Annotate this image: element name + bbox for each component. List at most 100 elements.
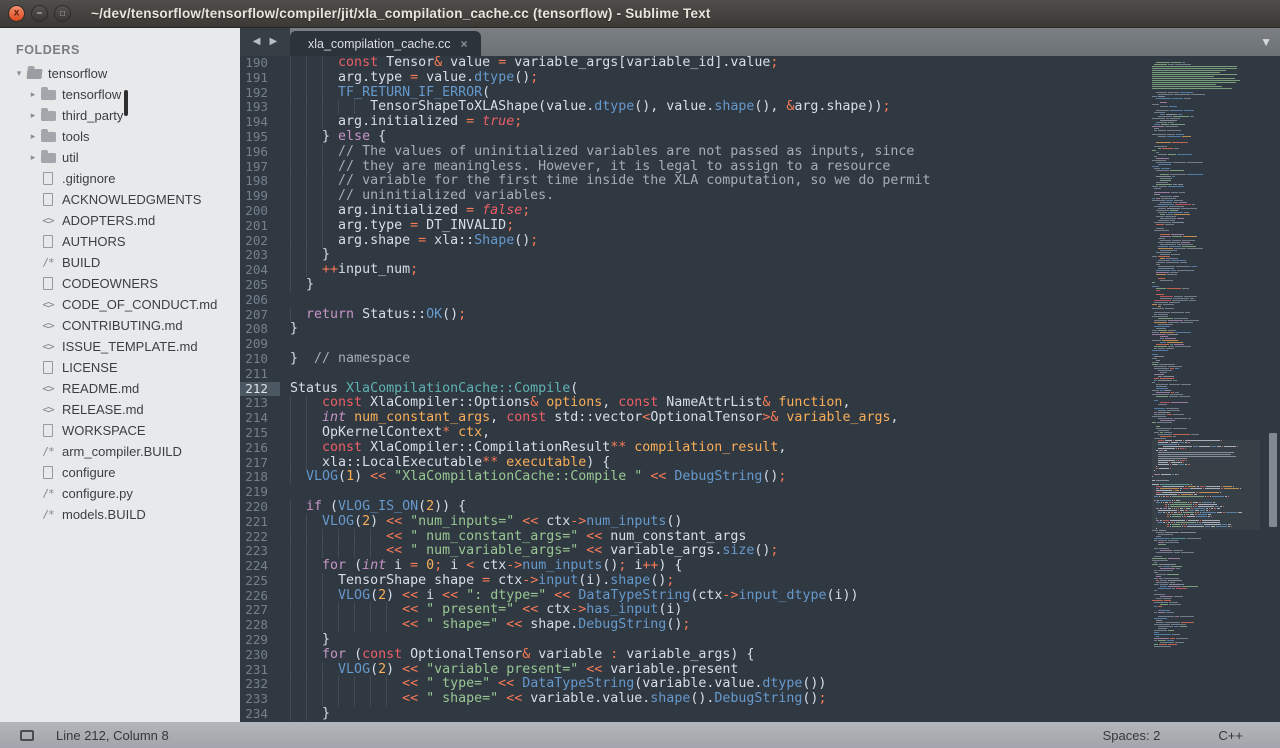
line-number[interactable]: 215 [240,426,280,441]
minimize-window-button[interactable]: – [31,5,48,22]
sidebar-item-tools[interactable]: ▸tools [0,126,240,147]
code-line-196[interactable]: 196 // The values of uninitialized varia… [240,145,1152,160]
sidebar-item-util[interactable]: ▸util [0,147,240,168]
syntax-setting[interactable]: C++ [1218,728,1243,743]
sidebar-item-configure-py[interactable]: /*configure.py [0,483,240,504]
line-number[interactable]: 207 [240,308,280,323]
code-line-203[interactable]: 203 } [240,248,1152,263]
line-number[interactable]: 225 [240,574,280,589]
line-number[interactable]: 199 [240,189,280,204]
line-number[interactable]: 194 [240,115,280,130]
sidebar-item-readme-md[interactable]: <>README.md [0,378,240,399]
code-line-232[interactable]: 232 << " type=" << DataTypeString(variab… [240,677,1152,692]
disclosure-triangle-icon[interactable]: ▾ [14,68,24,79]
tab-xla-compilation-cache[interactable]: xla_compilation_cache.cc × [290,31,481,56]
line-number[interactable]: 232 [240,677,280,692]
sidebar-item-acknowledgments[interactable]: ACKNOWLEDGMENTS [0,189,240,210]
code-line-200[interactable]: 200 arg.initialized = false; [240,204,1152,219]
line-number[interactable]: 197 [240,160,280,175]
vertical-scrollbar[interactable] [1260,56,1280,722]
line-number[interactable]: 205 [240,278,280,293]
code-line-192[interactable]: 192 TF_RETURN_IF_ERROR( [240,86,1152,101]
line-number[interactable]: 206 [240,293,280,308]
line-number[interactable]: 223 [240,544,280,559]
code-line-222[interactable]: 222 << " num_constant_args=" << num_cons… [240,530,1152,545]
line-number[interactable]: 216 [240,441,280,456]
sidebar-item-release-md[interactable]: <>RELEASE.md [0,399,240,420]
code-line-231[interactable]: 231 VLOG(2) << "variable present=" << va… [240,663,1152,678]
code-line-230[interactable]: 230 for (const OptionalTensor& variable … [240,648,1152,663]
line-number[interactable]: 196 [240,145,280,160]
sidebar-item-adopters-md[interactable]: <>ADOPTERS.md [0,210,240,231]
sidebar-item-third-party[interactable]: ▸third_party [0,105,240,126]
line-number[interactable]: 200 [240,204,280,219]
code-line-209[interactable]: 209 [240,337,1152,352]
line-number[interactable]: 192 [240,86,280,101]
line-number[interactable]: 212 [240,382,280,397]
code-line-191[interactable]: 191 arg.type = value.dtype(); [240,71,1152,86]
line-number[interactable]: 191 [240,71,280,86]
line-number[interactable]: 208 [240,322,280,337]
code-line-225[interactable]: 225 TensorShape shape = ctx->input(i).sh… [240,574,1152,589]
next-tab-icon[interactable]: ▶ [270,37,278,47]
line-number[interactable]: 190 [240,56,280,71]
line-number[interactable]: 213 [240,396,280,411]
sidebar-item-models-build[interactable]: /*models.BUILD [0,504,240,525]
sidebar-item-contributing-md[interactable]: <>CONTRIBUTING.md [0,315,240,336]
line-number[interactable]: 231 [240,663,280,678]
code-line-201[interactable]: 201 arg.type = DT_INVALID; [240,219,1152,234]
line-number[interactable]: 221 [240,515,280,530]
vintage-mode-icon[interactable] [20,730,34,741]
close-window-button[interactable]: x [8,5,25,22]
code-line-212[interactable]: 212Status XlaCompilationCache::Compile( [240,382,1152,397]
code-line-205[interactable]: 205 } [240,278,1152,293]
line-number[interactable]: 234 [240,707,280,722]
line-number[interactable]: 204 [240,263,280,278]
code-line-217[interactable]: 217 xla::LocalExecutable** executable) { [240,456,1152,471]
code-line-221[interactable]: 221 VLOG(2) << "num_inputs=" << ctx->num… [240,515,1152,530]
code-line-198[interactable]: 198 // variable for the first time insid… [240,174,1152,189]
code-line-210[interactable]: 210} // namespace [240,352,1152,367]
code-line-228[interactable]: 228 << " shape=" << shape.DebugString(); [240,618,1152,633]
code-line-214[interactable]: 214 int num_constant_args, const std::ve… [240,411,1152,426]
disclosure-triangle-icon[interactable]: ▸ [28,152,38,163]
line-number[interactable]: 220 [240,500,280,515]
code-line-213[interactable]: 213 const XlaCompiler::Options& options,… [240,396,1152,411]
code-line-227[interactable]: 227 << " present=" << ctx->has_input(i) [240,603,1152,618]
indentation-setting[interactable]: Spaces: 2 [1103,728,1161,743]
sidebar-item-license[interactable]: LICENSE [0,357,240,378]
line-number[interactable]: 193 [240,100,280,115]
line-number[interactable]: 209 [240,337,280,352]
line-number[interactable]: 195 [240,130,280,145]
sidebar-item-authors[interactable]: AUTHORS [0,231,240,252]
code-line-216[interactable]: 216 const XlaCompiler::CompilationResult… [240,441,1152,456]
code-line-208[interactable]: 208} [240,322,1152,337]
code-line-207[interactable]: 207 return Status::OK(); [240,308,1152,323]
line-number[interactable]: 229 [240,633,280,648]
line-number[interactable]: 203 [240,248,280,263]
line-number[interactable]: 222 [240,530,280,545]
code-line-233[interactable]: 233 << " shape=" << variable.value.shape… [240,692,1152,707]
line-number[interactable]: 201 [240,219,280,234]
maximize-window-button[interactable]: □ [54,5,71,22]
tab-close-icon[interactable]: × [460,37,467,51]
code-line-195[interactable]: 195 } else { [240,130,1152,145]
code-line-223[interactable]: 223 << " num_variable_args=" << variable… [240,544,1152,559]
sidebar-item-workspace[interactable]: WORKSPACE [0,420,240,441]
disclosure-triangle-icon[interactable]: ▸ [28,89,38,100]
minimap-viewport[interactable] [1152,440,1260,530]
sidebar-item-code-of-conduct-md[interactable]: <>CODE_OF_CONDUCT.md [0,294,240,315]
line-number[interactable]: 219 [240,485,280,500]
line-number[interactable]: 211 [240,367,280,382]
code-line-211[interactable]: 211 [240,367,1152,382]
line-number[interactable]: 210 [240,352,280,367]
disclosure-triangle-icon[interactable]: ▸ [28,110,38,121]
prev-tab-icon[interactable]: ◀ [253,37,261,47]
sidebar-item-codeowners[interactable]: CODEOWNERS [0,273,240,294]
code-line-229[interactable]: 229 } [240,633,1152,648]
code-line-218[interactable]: 218 VLOG(1) << "XlaCompilationCache::Com… [240,470,1152,485]
code-line-234[interactable]: 234 } [240,707,1152,722]
sidebar-item-issue-template-md[interactable]: <>ISSUE_TEMPLATE.md [0,336,240,357]
code-line-193[interactable]: 193 TensorShapeToXLAShape(value.dtype(),… [240,100,1152,115]
line-number[interactable]: 217 [240,456,280,471]
